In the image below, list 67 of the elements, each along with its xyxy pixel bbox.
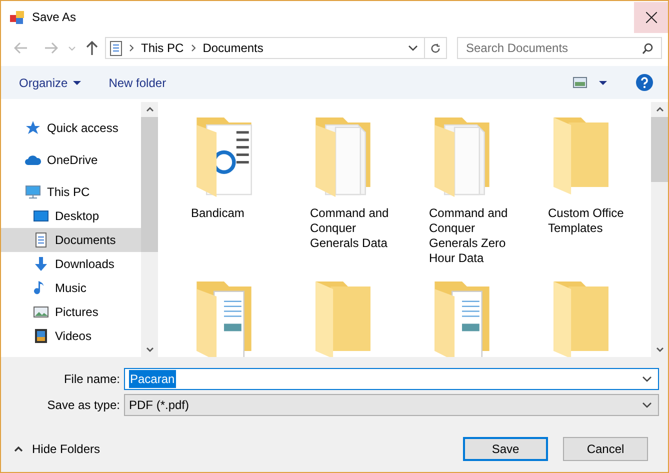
scrollbar[interactable] xyxy=(651,102,668,357)
sidebar-item[interactable]: Quick access xyxy=(1,116,141,140)
file-name-field[interactable]: Pacaran xyxy=(124,368,659,390)
dropdown-caret-icon xyxy=(642,402,652,408)
file-name-value: Pacaran xyxy=(129,370,176,388)
search-field[interactable]: Search Documents xyxy=(457,37,662,59)
organize-menu[interactable]: Organize xyxy=(19,74,81,92)
dialog-button[interactable]: Cancel xyxy=(563,437,648,461)
close-button[interactable] xyxy=(634,2,668,32)
search-icon xyxy=(642,42,653,54)
file-name-label: File name: xyxy=(62,371,121,388)
chevron-icon[interactable] xyxy=(190,44,196,52)
sidebar-item[interactable]: Downloads xyxy=(1,252,141,276)
search-placeholder: Search Documents xyxy=(466,40,568,57)
sidebar-item[interactable]: Music xyxy=(1,276,141,300)
scroll-down-icon[interactable] xyxy=(656,347,664,352)
sidebar-item[interactable]: OneDrive xyxy=(1,148,141,172)
scroll-up-icon[interactable] xyxy=(656,107,664,112)
folder-name[interactable]: Bandicam xyxy=(191,206,283,221)
sidebar-item[interactable]: Documents xyxy=(1,228,141,252)
breadcrumb[interactable]: This PC xyxy=(141,39,184,57)
caret-up-icon xyxy=(14,446,23,452)
dropdown-caret-icon[interactable] xyxy=(408,45,418,51)
hide-folders-button[interactable]: Hide Folders xyxy=(14,440,100,458)
pc-icon xyxy=(25,184,41,200)
help-icon[interactable] xyxy=(636,74,653,91)
pictures-icon xyxy=(33,304,49,320)
save-type-value: PDF (*.pdf) xyxy=(129,397,190,414)
dialog-button[interactable]: Save xyxy=(463,437,548,461)
app-icon xyxy=(10,10,24,24)
folder-with-files-icon[interactable] xyxy=(194,279,254,357)
view-icon[interactable] xyxy=(573,77,587,88)
document-icon xyxy=(110,40,122,56)
new-folder-button[interactable]: New folder xyxy=(108,74,166,92)
downloads-icon xyxy=(33,256,49,272)
dropdown-caret-icon[interactable] xyxy=(642,376,652,382)
scroll-up-icon[interactable] xyxy=(146,107,154,112)
scrollbar[interactable] xyxy=(141,102,158,357)
folder-with-files-icon[interactable] xyxy=(432,279,492,357)
up-arrow-icon[interactable] xyxy=(86,41,98,55)
folder-name[interactable]: Command and Conquer Generals Data xyxy=(310,206,402,251)
chevron-icon[interactable] xyxy=(129,44,134,52)
star-icon xyxy=(25,120,41,136)
sidebar-item[interactable]: Videos xyxy=(1,324,141,348)
forward-arrow-icon[interactable] xyxy=(44,42,58,54)
scroll-down-icon[interactable] xyxy=(146,347,154,352)
scrollbar-thumb[interactable] xyxy=(651,117,668,182)
folder-with-files-icon[interactable] xyxy=(194,115,254,197)
sidebar-item[interactable]: This PC xyxy=(1,180,141,204)
breadcrumb[interactable]: Documents xyxy=(202,39,264,57)
sidebar-item[interactable]: Desktop xyxy=(1,204,141,228)
back-arrow-icon[interactable] xyxy=(14,42,28,54)
save-type-label: Save as type: xyxy=(46,397,121,414)
folder-name[interactable]: Command and Conquer Generals Zero Hour Data xyxy=(429,206,521,266)
window-title: Save As xyxy=(32,9,76,26)
videos-icon xyxy=(33,328,49,344)
scrollbar-thumb[interactable] xyxy=(141,117,158,252)
sidebar-item[interactable]: Pictures xyxy=(1,300,141,324)
folder-name[interactable]: Custom Office Templates xyxy=(548,206,640,236)
address-bar[interactable]: This PC Documents xyxy=(105,37,447,59)
documents-icon xyxy=(33,232,49,248)
save-type-dropdown[interactable]: PDF (*.pdf) xyxy=(124,394,659,416)
caret-icon xyxy=(72,80,81,84)
desktop-icon xyxy=(33,208,49,224)
caret-icon[interactable] xyxy=(599,80,607,84)
close-icon xyxy=(646,12,656,22)
refresh-icon[interactable] xyxy=(430,42,441,54)
